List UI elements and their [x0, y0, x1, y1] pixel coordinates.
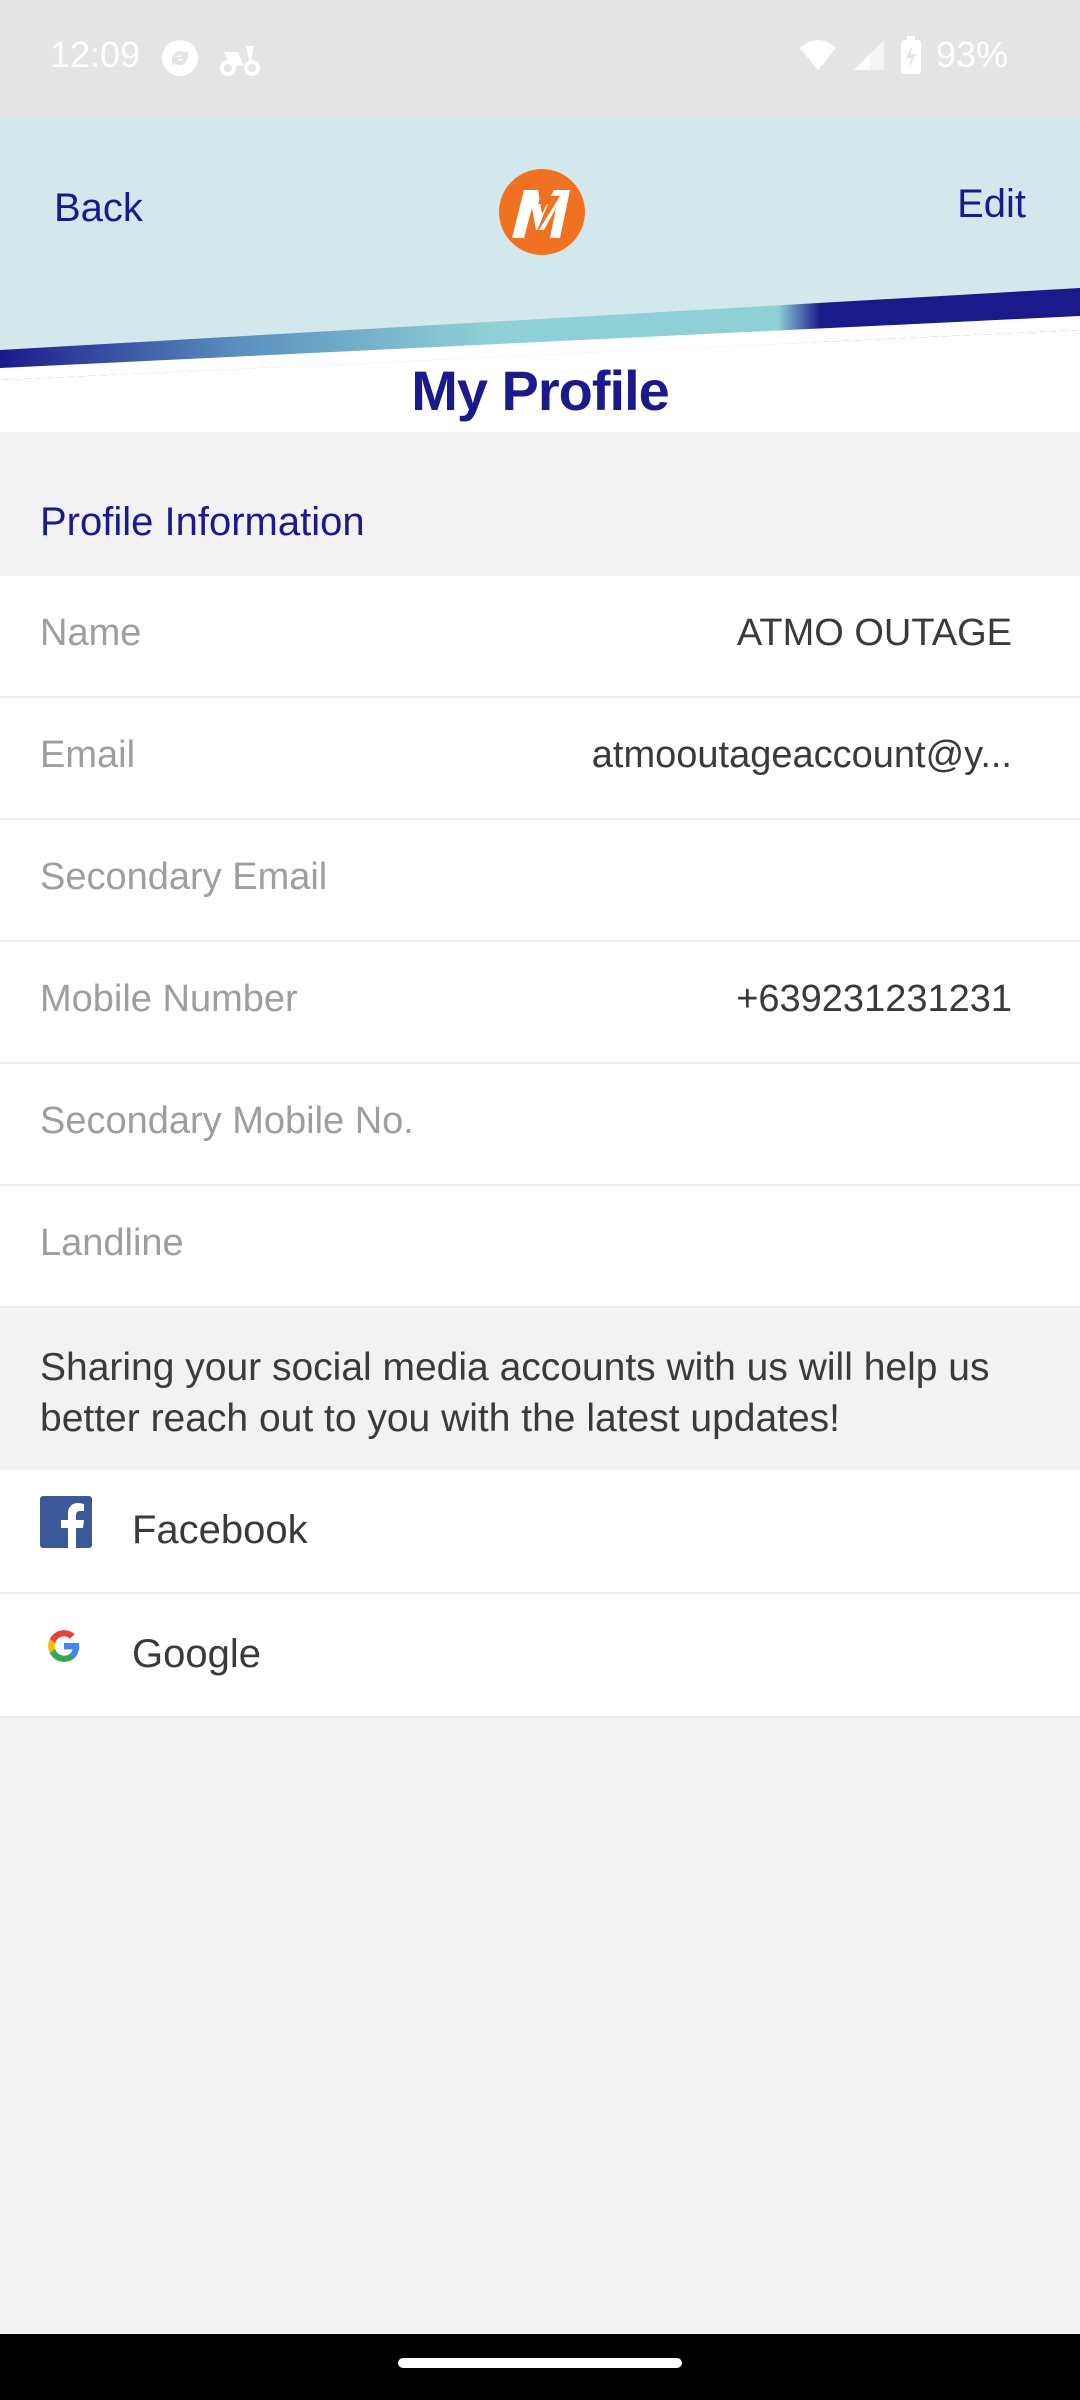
- profile-fields: Name ATMO OUTAGE Email atmooutageaccount…: [0, 576, 1080, 1308]
- edit-button[interactable]: Edit: [957, 182, 1026, 227]
- field-label: Secondary Mobile No.: [40, 1100, 414, 1142]
- page-title: My Profile: [411, 359, 670, 422]
- status-time: 12:09: [50, 34, 141, 75]
- app-header: Back Edit: [0, 118, 1080, 380]
- wifi-icon: [799, 40, 836, 70]
- status-bar: 12:09 93%: [0, 0, 1080, 118]
- social-message: Sharing your social media accounts with …: [0, 1316, 1080, 1470]
- back-button[interactable]: Back: [54, 186, 143, 231]
- social-accounts: Facebook Google: [0, 1470, 1080, 1718]
- landline-row: Landline: [0, 1186, 1080, 1308]
- facebook-link-row[interactable]: Facebook: [0, 1470, 1080, 1594]
- social-message-text: Sharing your social media accounts with …: [40, 1346, 990, 1440]
- secondary-email-row: Secondary Email: [0, 820, 1080, 942]
- facebook-label: Facebook: [132, 1508, 308, 1552]
- battery-percent: 93%: [935, 34, 1008, 75]
- sync-icon: [162, 40, 198, 76]
- field-label: Mobile Number: [40, 978, 298, 1020]
- field-label: Secondary Email: [40, 856, 328, 898]
- facebook-icon: [40, 1496, 92, 1548]
- google-label: Google: [132, 1632, 261, 1676]
- profile-section-header: Profile Information: [0, 432, 1080, 576]
- field-label: Name: [40, 612, 142, 654]
- email-row: Email atmooutageaccount@y...: [0, 698, 1080, 820]
- secondary-mobile-row: Secondary Mobile No.: [0, 1064, 1080, 1186]
- email-value: atmooutageaccount@y...: [591, 734, 1012, 776]
- name-row: Name ATMO OUTAGE: [0, 576, 1080, 698]
- name-value: ATMO OUTAGE: [736, 612, 1012, 654]
- google-link-row[interactable]: Google: [0, 1594, 1080, 1718]
- scooter-icon: [220, 46, 260, 76]
- status-icons: 93%: [798, 34, 1008, 76]
- battery-icon: [900, 36, 921, 74]
- home-gesture-handle[interactable]: [398, 2358, 682, 2368]
- field-label: Email: [40, 734, 136, 776]
- meralco-logo: [499, 169, 585, 255]
- field-label: Landline: [40, 1222, 184, 1264]
- signal-icon: [853, 40, 884, 70]
- mobile-number-value: +639231231231: [736, 978, 1012, 1020]
- mobile-number-row: Mobile Number +639231231231: [0, 942, 1080, 1064]
- system-nav-bar: [0, 2334, 1080, 2400]
- section-title: Profile Information: [40, 500, 365, 544]
- google-icon: [48, 1630, 80, 1662]
